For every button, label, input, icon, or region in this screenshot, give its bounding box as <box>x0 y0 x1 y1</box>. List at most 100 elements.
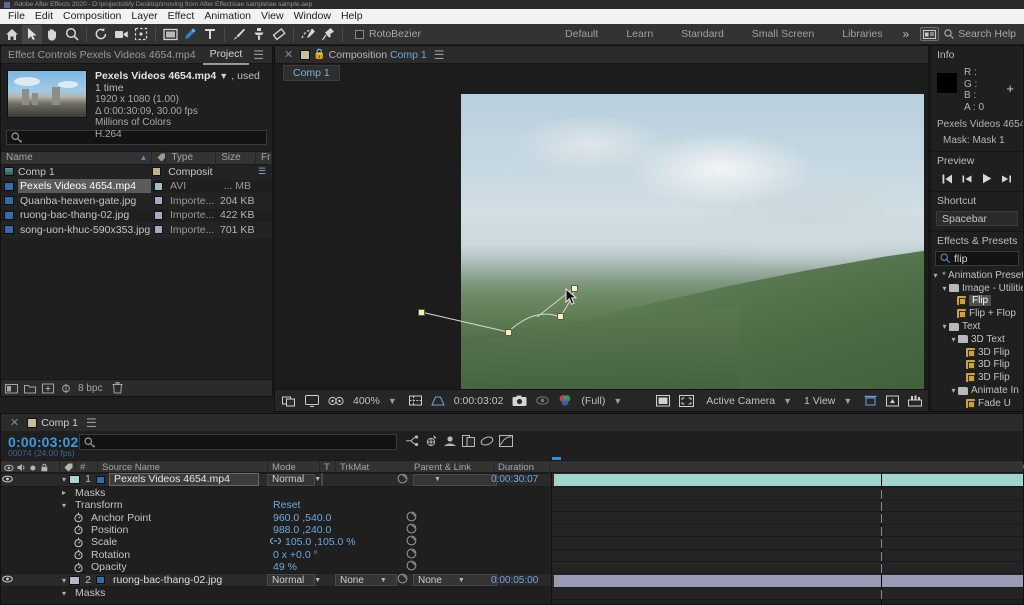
menu-file[interactable]: File <box>3 9 30 24</box>
project-list-item[interactable]: Quanba-heaven-gate.jpg Importe...G 204 K… <box>1 194 272 209</box>
project-list-item[interactable]: Pexels Videos 4654.mp4 AVI ... MB <box>1 180 272 195</box>
parent-pickwhip-icon[interactable] <box>397 573 408 587</box>
previous-frame-icon[interactable] <box>962 174 973 187</box>
close-icon[interactable]: ✕ <box>279 48 297 61</box>
composition-mini-flowchart-icon[interactable] <box>405 435 419 447</box>
tree-item-animation-presets[interactable]: ▾ * Animation Presets <box>931 269 1023 282</box>
menu-composition[interactable]: Composition <box>58 9 126 24</box>
keyframe-marker[interactable] <box>881 514 882 523</box>
layer-disclosure-icon[interactable]: ▾ <box>59 576 69 585</box>
tab-project[interactable]: Project <box>203 45 250 65</box>
bit-depth-label[interactable]: 8 bpc <box>78 383 102 394</box>
menu-window[interactable]: Window <box>289 9 336 24</box>
effects-search-input[interactable]: flip <box>935 251 1019 266</box>
close-icon[interactable]: ✕ <box>5 416 23 429</box>
disclosure-triangle-icon[interactable]: ▾ <box>940 284 949 293</box>
layer-source-name[interactable]: Pexels Videos 4654.mp4 <box>109 473 259 486</box>
workspace-menu-button[interactable] <box>920 27 939 41</box>
mask-vertex-handle[interactable] <box>505 329 512 336</box>
tree-item-fade-up[interactable]: Fade U <box>931 397 1023 410</box>
property-value[interactable]: 960.0 ,540.0 <box>273 512 331 524</box>
eraser-tool-icon[interactable] <box>269 25 289 44</box>
hand-tool-icon[interactable] <box>42 25 62 44</box>
tree-item-flip[interactable]: Flip <box>931 295 1023 308</box>
view-count-dropdown-icon[interactable]: ▼ <box>841 396 858 406</box>
resolution-dropdown-icon[interactable]: ▼ <box>611 396 628 406</box>
column-size[interactable]: Size <box>216 151 256 165</box>
camera-tool-icon[interactable] <box>111 25 131 44</box>
fast-previews-icon[interactable] <box>883 391 902 411</box>
group-disclosure-icon[interactable]: ▸ <box>59 488 69 497</box>
expression-pickwhip-icon[interactable] <box>406 560 417 574</box>
pixel-aspect-correction-icon[interactable] <box>861 391 880 411</box>
keyframe-marker[interactable] <box>881 490 882 499</box>
tree-item-animate-in[interactable]: ▾ Animate In <box>931 384 1023 397</box>
workspace-small-screen[interactable]: Small Screen <box>738 24 828 45</box>
project-list-item[interactable]: song-uon-khuc-590x353.jpg Importe...G 70… <box>1 223 272 238</box>
layer-visibility-icon[interactable] <box>1 575 13 585</box>
zoom-level-value[interactable]: 400% <box>350 395 383 407</box>
timeline-comp-name[interactable]: Comp 1 <box>41 417 78 429</box>
mask-vertex-handle[interactable] <box>571 285 578 292</box>
pan-behind-tool-icon[interactable] <box>131 25 151 44</box>
keyframe-marker[interactable] <box>881 590 882 599</box>
enable-motion-blur-icon[interactable] <box>480 435 494 447</box>
enable-frame-blending-icon[interactable] <box>462 435 475 447</box>
roto-brush-tool-icon[interactable] <box>298 25 318 44</box>
keyframe-marker[interactable] <box>881 552 882 561</box>
keyframe-marker[interactable] <box>881 564 882 573</box>
timeline-panel-menu-icon[interactable]: ☰ <box>82 416 101 430</box>
workspace-libraries[interactable]: Libraries <box>828 24 896 45</box>
show-snapshot-icon[interactable] <box>533 391 552 411</box>
menu-view[interactable]: View <box>256 9 289 24</box>
property-value[interactable]: 105.0 ,105.0 % <box>285 536 356 548</box>
shortcut-value[interactable]: Spacebar <box>936 211 1018 226</box>
tree-item-image-utilities[interactable]: ▾ Image - Utilitie <box>931 282 1023 295</box>
property-value[interactable]: 49 % <box>273 561 297 573</box>
workspace-default[interactable]: Default <box>551 24 612 45</box>
composition-panel-menu-icon[interactable]: ☰ <box>430 48 449 62</box>
group-disclosure-icon[interactable]: ▾ <box>59 501 69 510</box>
tab-effect-controls[interactable]: Effect Controls Pexels Videos 4654.mp4 <box>1 46 203 64</box>
toggle-transparency-grid-icon[interactable] <box>302 391 322 411</box>
toggle-mask-visibility-icon[interactable] <box>325 391 347 411</box>
play-icon[interactable] <box>982 173 992 187</box>
view-count-value[interactable]: 1 View <box>801 395 838 407</box>
keyframe-marker[interactable] <box>881 502 882 511</box>
mask-vertex-handle[interactable] <box>418 309 425 316</box>
draft-3d-icon[interactable] <box>424 434 438 447</box>
take-snapshot-icon[interactable] <box>509 391 530 411</box>
pen-tool-icon[interactable] <box>180 25 200 44</box>
column-name[interactable]: Name <box>6 151 33 165</box>
layer-label-color[interactable] <box>69 576 80 585</box>
composition-canvas[interactable] <box>275 81 928 389</box>
tree-item-flip-flop[interactable]: Flip + Flop <box>931 307 1023 320</box>
camera-view-value[interactable]: Active Camera <box>700 395 778 407</box>
comp-timecode-value[interactable]: 0:00:03:02 <box>451 395 507 407</box>
layer-visibility-icon[interactable] <box>1 475 13 485</box>
resolution-value[interactable]: (Full) <box>578 395 608 407</box>
composition-viewer-image[interactable] <box>461 94 924 409</box>
chevron-down-icon[interactable]: ▼ <box>380 577 387 584</box>
puppet-pin-tool-icon[interactable] <box>318 25 338 44</box>
chevron-down-icon[interactable]: ▼ <box>434 476 441 483</box>
zoom-tool-icon[interactable] <box>62 25 82 44</box>
layer-label-color[interactable] <box>69 475 80 484</box>
disclosure-triangle-icon[interactable]: ▾ <box>949 386 958 395</box>
chevron-down-icon[interactable]: ▼ <box>314 577 321 584</box>
shape-tool-icon[interactable] <box>160 25 180 44</box>
rotobezier-checkbox[interactable] <box>355 30 364 39</box>
stopwatch-icon[interactable] <box>73 549 84 560</box>
workspace-standard[interactable]: Standard <box>667 24 738 45</box>
rotation-tool-icon[interactable] <box>91 25 111 44</box>
lock-icon[interactable]: 🔒 <box>313 49 325 60</box>
layer-duration-bar[interactable] <box>554 575 1023 587</box>
workspace-learn[interactable]: Learn <box>612 24 667 45</box>
chevron-down-icon[interactable]: ▼ <box>458 577 465 584</box>
timeline-linking-icon[interactable] <box>905 391 925 411</box>
hide-shy-layers-icon[interactable] <box>443 435 457 447</box>
keyframe-marker[interactable] <box>881 539 882 548</box>
graph-editor-icon[interactable] <box>499 435 513 447</box>
parent-pickwhip-icon[interactable] <box>397 473 408 487</box>
transform-reset-link[interactable]: Reset <box>273 499 300 511</box>
